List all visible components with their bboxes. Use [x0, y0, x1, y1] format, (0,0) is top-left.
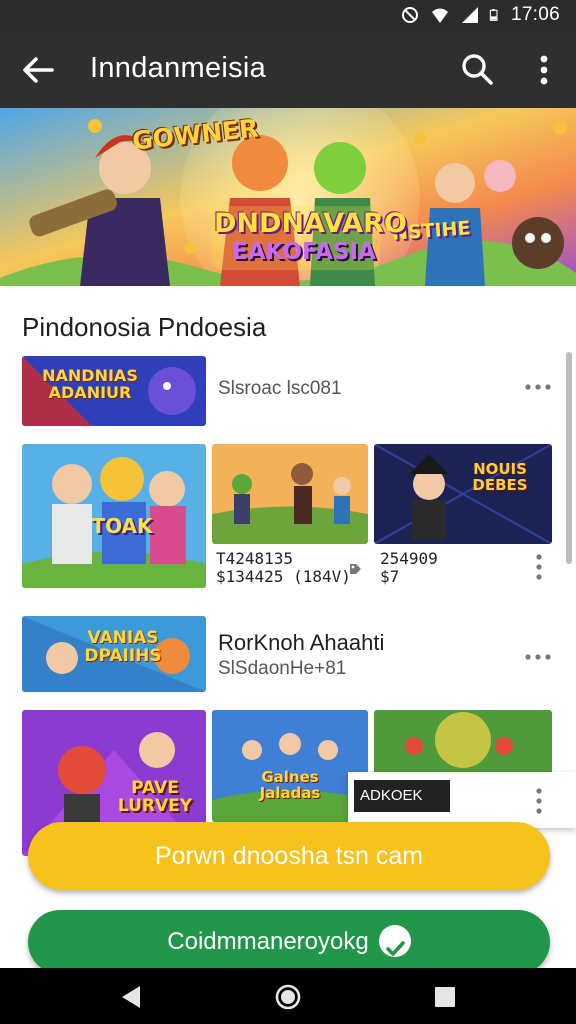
row1-thumbnail-text: NANDNIAS ADANIUR: [42, 366, 138, 402]
banner-title-line2: EAKOFASIA: [232, 239, 376, 265]
primary-button[interactable]: Porwn dnoosha tsn cam: [28, 822, 550, 890]
system-nav-bar: [0, 968, 576, 1024]
status-time: 17:06: [510, 4, 560, 25]
nav-recents-icon[interactable]: [432, 984, 458, 1010]
banner-title: DNDNAVARO EAKOFASIA: [214, 208, 407, 265]
scrollbar[interactable]: [566, 352, 572, 564]
grid1-thumbnail-2[interactable]: [212, 444, 368, 544]
grid1-thumbnail-3-text: NOUIS DEBES: [472, 460, 528, 494]
grid1-thumbnail-1[interactable]: TOAK: [22, 444, 206, 588]
row2-more-icon[interactable]: [524, 652, 552, 662]
row2-title: RorKnoh Ahaahti: [218, 630, 385, 655]
grid1-item-2-price-line1: 254909: [380, 549, 438, 568]
grid1-item-1-price-line1: T4248135: [216, 549, 294, 568]
secondary-button[interactable]: Coidmmaneroyokg: [28, 910, 550, 974]
battery-icon: [489, 9, 498, 21]
grid1-thumbnail-2-art: [212, 444, 368, 544]
app-bar: Inndanmeisia: [0, 32, 576, 108]
popup-label: ADKOEK: [354, 780, 450, 812]
row2-thumbnail-text: VANIAS DPAIIHS: [84, 628, 162, 666]
no-disturb-icon: [401, 7, 418, 23]
secondary-button-label: Coidmmaneroyokg: [167, 928, 369, 955]
grid2-more-icon[interactable]: [534, 786, 544, 816]
page-title: Inndanmeisia: [90, 52, 267, 84]
row2-label: SlSdaonHe+81: [218, 658, 347, 679]
row1-thumbnail[interactable]: NANDNIAS ADANIUR: [22, 356, 206, 426]
signal-icon: [461, 7, 478, 23]
grid1-item-1-price-line2: $134425 (184V): [216, 566, 351, 586]
back-arrow-icon[interactable]: [18, 50, 58, 90]
grid1-item-1-price: T4248135 $134425 (184V): [216, 550, 351, 585]
grid1-thumbnail-3[interactable]: NOUIS DEBES: [374, 444, 552, 544]
grid2-thumbnail-2[interactable]: Galnes Jaladas: [212, 710, 368, 822]
row1-more-icon[interactable]: [524, 382, 552, 392]
status-bar: 17:06: [0, 0, 576, 32]
grid1-thumbnail-3-art: [374, 444, 552, 544]
grid1-item-2-price-line2: $7: [380, 566, 400, 586]
grid1-item-2-price: 254909 $7: [380, 550, 438, 585]
banner-title-line1: DNDNAVARO: [214, 208, 407, 239]
grid1-more-icon[interactable]: [534, 552, 544, 582]
tag-icon: [350, 564, 361, 574]
check-icon: [378, 924, 411, 957]
grid2-thumbnail-2-text: Galnes Jaladas: [259, 768, 321, 802]
more-vert-icon[interactable]: [526, 50, 562, 90]
search-icon[interactable]: [458, 50, 498, 90]
section-title: Pindonosia Pndoesia: [22, 312, 267, 342]
grid2-thumbnail-2-art: [212, 710, 368, 822]
grid2-thumbnail-3[interactable]: [374, 710, 552, 776]
grid1-thumbnail-1-text: TOAK: [91, 514, 153, 538]
nav-back-icon[interactable]: [118, 984, 144, 1010]
wifi-icon: [431, 8, 448, 23]
grid2-thumbnail-3-art: [374, 710, 552, 776]
hero-banner[interactable]: GOWNER NSTIHE DNDNAVARO EAKOFASIA: [0, 108, 576, 286]
grid2-thumbnail-1-text: PAVE LURVEY: [117, 778, 193, 816]
row1-label: Slsroac lsc081: [218, 378, 342, 399]
row2-thumbnail[interactable]: VANIAS DPAIIHS: [22, 616, 206, 692]
nav-home-icon[interactable]: [275, 984, 301, 1010]
